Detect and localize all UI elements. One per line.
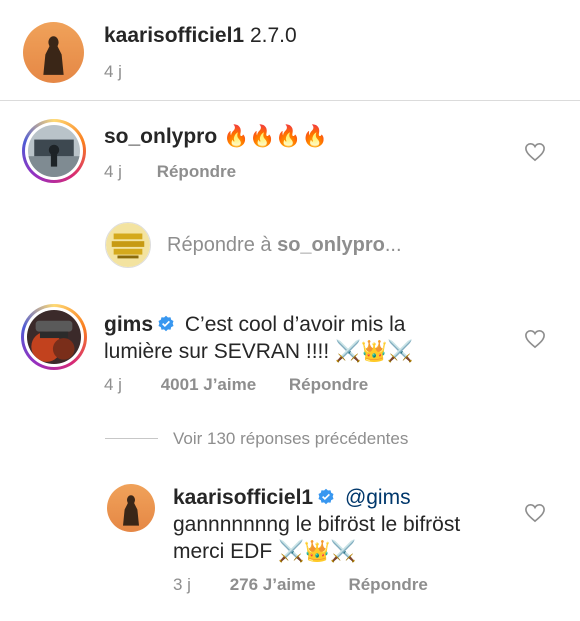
reply-likes[interactable]: 276 J’aime [230,575,316,595]
reply-input-ellipsis: ... [384,234,402,256]
reply-time: 3 j [173,575,191,594]
like-heart-icon[interactable] [524,503,546,523]
comment-1-meta: 4 j [104,62,122,82]
view-more-replies-button[interactable]: Voir 130 réponses précédentes [173,429,408,449]
like-heart-icon[interactable] [524,329,546,349]
reply-input-target: so_onlypro [277,234,385,256]
comment-2-username[interactable]: so_onlypro [104,125,217,148]
comment-3-reply-button[interactable]: Répondre [289,375,368,395]
reply-username[interactable]: kaarisofficiel1 [173,486,313,509]
comment-1-time: 4 j [104,62,122,81]
reply-input-prefix: Répondre à [167,234,278,256]
comment-3-text-line2: lumière sur SEVRAN !!!! [104,340,336,363]
verified-badge-icon [317,488,335,506]
reply-text-line2: gannnnnnng le bifröst le bifröst [173,513,461,536]
comment-2-time: 4 j [104,162,122,181]
comment-3-time: 4 j [104,375,122,394]
comment-3-username[interactable]: gims [104,313,153,336]
reply-line3: merci EDF ⚔️👑⚔️ [173,538,356,565]
like-heart-icon[interactable] [524,142,546,162]
comment-2-reply-button[interactable]: Répondre [157,162,236,182]
reply-mention[interactable]: @gims [345,486,411,509]
reply-emojis: ⚔️👑⚔️ [278,539,357,563]
current-user-avatar [105,222,151,268]
comment-2-emojis: 🔥🔥🔥🔥 [223,124,328,148]
comment-3-line1: gims C’est cool d’avoir mis la [104,311,405,338]
verified-badge-icon [157,315,175,333]
comment-1-body: kaarisofficiel1 2.7.0 [104,22,297,49]
comment-1-username[interactable]: kaarisofficiel1 [104,24,244,47]
reply-reply-button[interactable]: Répondre [348,575,427,595]
comment-3-emojis: ⚔️👑⚔️ [335,339,414,363]
view-more-line [105,438,158,439]
avatar-kaarisofficiel1-reply[interactable] [107,484,155,532]
avatar-gims[interactable] [21,304,87,370]
avatar-so_onlypro[interactable] [22,119,86,183]
divider [0,100,580,101]
comment-2-meta: 4 j Répondre [104,162,236,182]
reply-text-line3: merci EDF [173,540,278,563]
comment-2-body: so_onlypro 🔥🔥🔥🔥 [104,123,328,150]
comment-3-text-line1: C’est cool d’avoir mis la [184,313,406,336]
reply-line1: kaarisofficiel1 @gims [173,484,411,511]
comment-1-text: 2.7.0 [249,24,297,47]
comment-3-likes[interactable]: 4001 J’aime [161,375,256,395]
avatar-kaarisofficiel1[interactable] [23,22,84,83]
comment-3-line2: lumière sur SEVRAN !!!! ⚔️👑⚔️ [104,338,414,365]
comment-3-meta: 4 j 4001 J’aime Répondre [104,375,368,395]
reply-to-input[interactable]: Répondre à so_onlypro... [167,234,402,257]
reply-meta: 3 j 276 J’aime Répondre [173,575,428,595]
reply-line2: gannnnnnng le bifröst le bifröst [173,511,460,538]
